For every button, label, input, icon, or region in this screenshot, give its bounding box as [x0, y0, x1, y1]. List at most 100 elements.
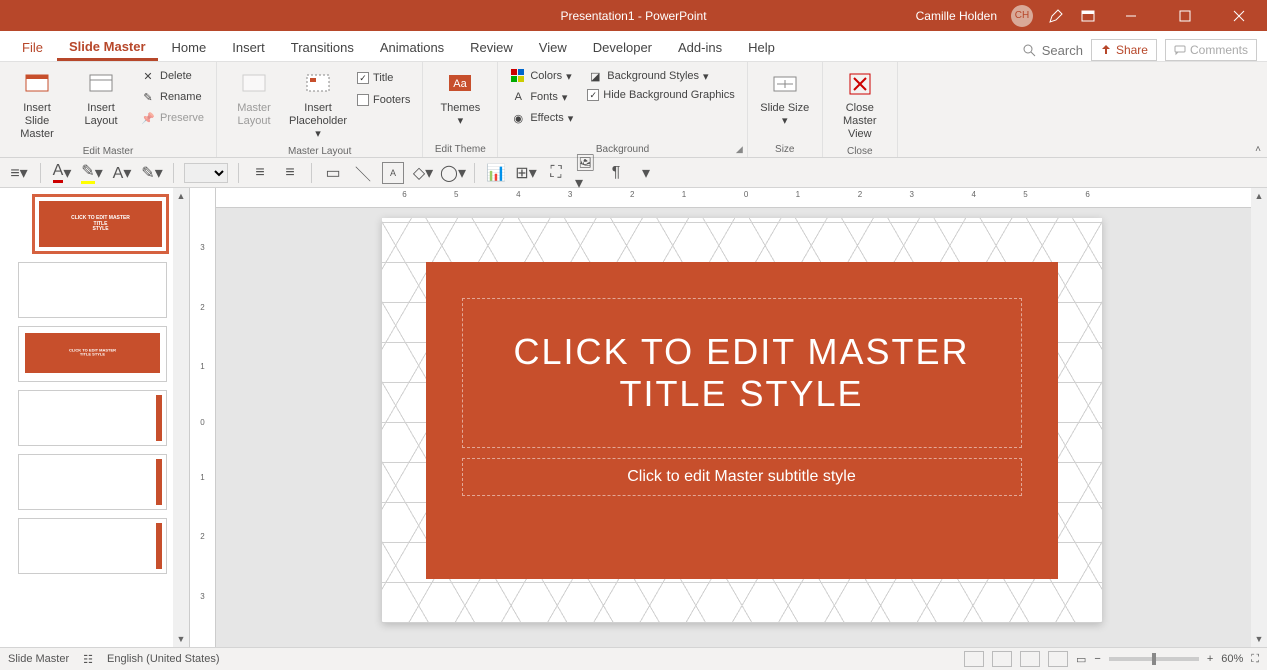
fonts-button[interactable]: AFonts ▾ [506, 87, 577, 107]
collapse-ribbon-button[interactable]: ˄ [1255, 144, 1261, 155]
rename-icon: ✎ [140, 89, 156, 105]
text-effects-icon[interactable]: A▾ [111, 162, 133, 184]
master-thumbnail[interactable]: CLICK TO EDIT MASTER TITLESTYLE [32, 194, 169, 254]
highlight-icon[interactable]: ✎▾ [81, 162, 103, 184]
tab-file[interactable]: File [10, 34, 55, 61]
pen-icon[interactable] [1047, 7, 1065, 25]
status-view-label: Slide Master [8, 653, 69, 665]
crop-icon[interactable]: ⛶ [545, 162, 567, 184]
minimize-button[interactable] [1111, 0, 1151, 31]
layout-thumbnail[interactable] [18, 518, 167, 574]
text-outline-icon[interactable]: ✎▾ [141, 162, 163, 184]
fit-to-window-button[interactable]: ⛶ [1251, 653, 1259, 666]
background-styles-button[interactable]: ◪Background Styles ▾ [583, 66, 738, 86]
hide-bg-checkbox[interactable]: ✓Hide Background Graphics [583, 87, 738, 103]
quick-access-toolbar: ≡▾ A▾ ✎▾ A▾ ✎▾ ≡ ≡ ▭ ＼ A ◇▾ ◯▾ 📊 ⊞▾ ⛶ 🖼▾… [0, 158, 1267, 188]
user-name[interactable]: Camille Holden [916, 9, 997, 23]
reading-view-button[interactable] [1020, 651, 1040, 667]
slideshow-view-button[interactable] [1048, 651, 1068, 667]
slide[interactable]: Click to edit Master title style Click t… [382, 218, 1102, 623]
comments-button[interactable]: Comments [1165, 39, 1257, 61]
layout-thumbnail[interactable] [18, 454, 167, 510]
preserve-button[interactable]: 📌Preserve [136, 108, 208, 128]
tab-view[interactable]: View [527, 34, 579, 61]
symbol-icon[interactable]: ¶ [605, 162, 627, 184]
font-size-select[interactable] [184, 163, 228, 183]
numbering-icon[interactable]: ≡ [279, 162, 301, 184]
status-language[interactable]: English (United States) [107, 653, 220, 665]
status-bar: Slide Master ☷ English (United States) ▭… [0, 647, 1267, 670]
zoom-level[interactable]: 60% [1221, 653, 1243, 665]
tab-insert[interactable]: Insert [220, 34, 277, 61]
rectangle-icon[interactable]: ▭ [322, 162, 344, 184]
slide-background: Click to edit Master title style Click t… [426, 262, 1058, 579]
share-button[interactable]: Share [1091, 39, 1157, 61]
ribbon-display-icon[interactable] [1079, 7, 1097, 25]
zoom-in-button[interactable]: + [1207, 653, 1213, 665]
bullets-icon[interactable]: ≡ [249, 162, 271, 184]
insert-slide-master-button[interactable]: Insert Slide Master [8, 66, 66, 144]
colors-button[interactable]: Colors ▾ [506, 66, 577, 86]
layout-thumbnail[interactable]: CLICK TO EDIT MASTERTITLE STYLE [18, 326, 167, 382]
table-icon[interactable]: ⊞▾ [515, 162, 537, 184]
picture-icon[interactable]: 🖼▾ [575, 162, 597, 184]
title-placeholder[interactable]: Click to edit Master title style [462, 298, 1022, 448]
tab-developer[interactable]: Developer [581, 34, 664, 61]
line-icon[interactable]: ＼ [352, 162, 374, 184]
layout-thumbnail[interactable] [18, 390, 167, 446]
themes-button[interactable]: Aa Themes ▾ [431, 66, 489, 130]
tab-transitions[interactable]: Transitions [279, 34, 366, 61]
zoom-out-button[interactable]: − [1094, 653, 1100, 665]
notes-button[interactable]: ▭ [1076, 653, 1086, 666]
shapes-icon[interactable]: ◇▾ [412, 162, 434, 184]
group-master-layout: Master Layout Insert Placeholder ▾ ✓Titl… [217, 62, 423, 157]
slide-size-button[interactable]: Slide Size ▾ [756, 66, 814, 130]
background-dialog-launcher[interactable]: ◢ [736, 144, 743, 155]
effects-icon: ◉ [510, 110, 526, 126]
title-checkbox[interactable]: ✓Title [353, 70, 414, 86]
circle-icon[interactable]: ◯▾ [442, 162, 464, 184]
normal-view-button[interactable] [964, 651, 984, 667]
textbox-icon[interactable]: A [382, 162, 404, 184]
svg-text:Aa: Aa [454, 78, 468, 90]
maximize-button[interactable] [1165, 0, 1205, 31]
chart-icon[interactable]: 📊 [485, 162, 507, 184]
more-icon[interactable]: ▾ [635, 162, 657, 184]
thumbnail-scrollbar[interactable]: ▲ ▼ [173, 188, 189, 647]
delete-icon: ✕ [140, 68, 156, 84]
group-background: Colors ▾ AFonts ▾ ◉Effects ▾ ◪Background… [498, 62, 747, 157]
colors-icon [510, 68, 526, 84]
align-left-icon[interactable]: ≡▾ [8, 162, 30, 184]
font-color-icon[interactable]: A▾ [51, 162, 73, 184]
close-master-view-button[interactable]: Close Master View [831, 66, 889, 144]
tab-slide-master[interactable]: Slide Master [57, 33, 158, 61]
insert-layout-button[interactable]: Insert Layout [72, 66, 130, 130]
vertical-scrollbar[interactable]: ▲ ▼ [1251, 188, 1267, 647]
user-avatar[interactable]: CH [1011, 5, 1033, 27]
sorter-view-button[interactable] [992, 651, 1012, 667]
fonts-icon: A [510, 89, 526, 105]
tab-addins[interactable]: Add-ins [666, 34, 734, 61]
title-bar: Presentation1 - PowerPoint Camille Holde… [0, 0, 1267, 31]
slide-canvas-area[interactable]: Click to edit Master title style Click t… [216, 208, 1267, 647]
tab-help[interactable]: Help [736, 34, 787, 61]
accessibility-icon[interactable]: ☷ [83, 653, 93, 666]
bg-styles-icon: ◪ [587, 68, 603, 84]
close-window-button[interactable] [1219, 0, 1259, 31]
tab-home[interactable]: Home [160, 34, 219, 61]
vertical-ruler: 3 2 1 0 1 2 3 [190, 188, 216, 647]
editor-area: 6 5 4 3 2 1 0 1 2 3 4 5 6 Click to edit … [216, 188, 1267, 647]
effects-button[interactable]: ◉Effects ▾ [506, 108, 577, 128]
search-box[interactable]: Search [1022, 43, 1083, 58]
subtitle-placeholder[interactable]: Click to edit Master subtitle style [462, 458, 1022, 496]
horizontal-ruler: 6 5 4 3 2 1 0 1 2 3 4 5 6 [216, 188, 1251, 208]
tab-animations[interactable]: Animations [368, 34, 456, 61]
rename-button[interactable]: ✎Rename [136, 87, 208, 107]
tab-review[interactable]: Review [458, 34, 525, 61]
delete-button[interactable]: ✕Delete [136, 66, 208, 86]
zoom-slider[interactable] [1109, 657, 1199, 661]
footers-checkbox[interactable]: Footers [353, 92, 414, 108]
insert-placeholder-button[interactable]: Insert Placeholder ▾ [289, 66, 347, 144]
layout-thumbnail[interactable] [18, 262, 167, 318]
group-size: Slide Size ▾ Size [748, 62, 823, 157]
